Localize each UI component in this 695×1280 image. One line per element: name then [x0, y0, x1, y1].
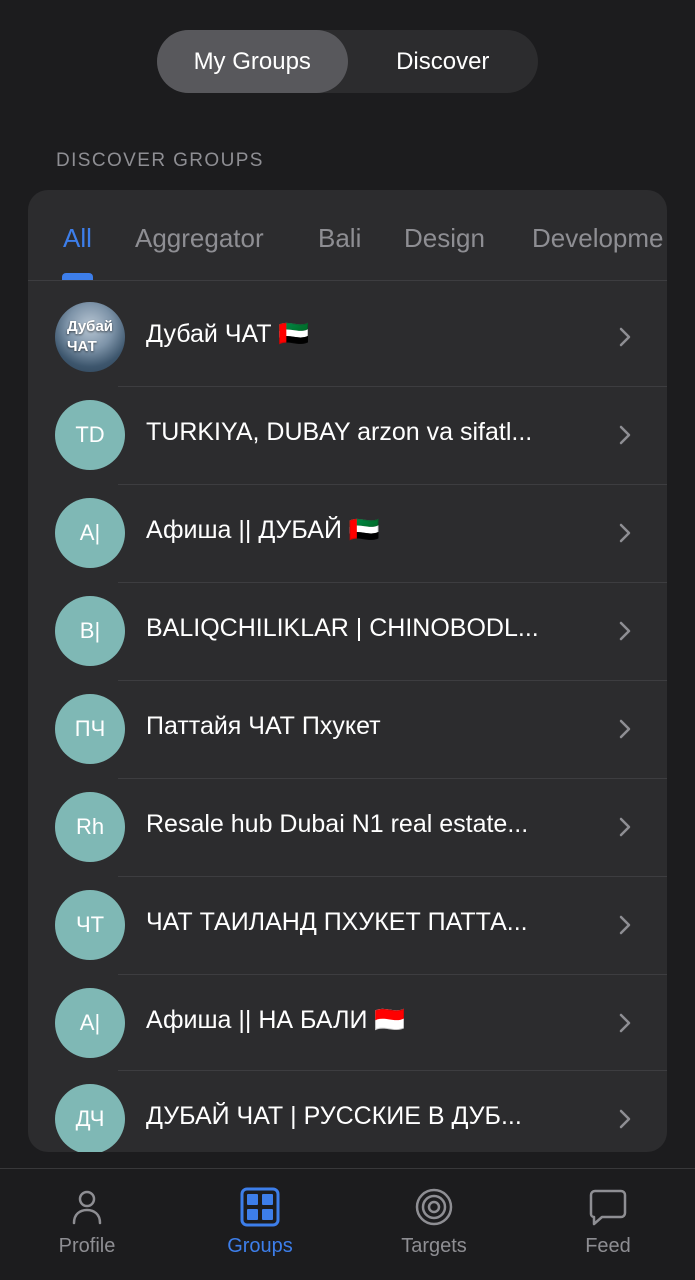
row-divider [118, 680, 667, 681]
group-title: Resale hub Dubai N1 real estate... [146, 810, 529, 838]
tab-my-groups[interactable]: My Groups [157, 30, 348, 93]
group-row[interactable]: B| BALIQCHILIKLAR | CHINOBODL... [28, 582, 667, 680]
nav-label-profile: Profile [58, 1235, 116, 1257]
chevron-right-icon [619, 1013, 631, 1033]
row-divider [118, 778, 667, 779]
tab-discover[interactable]: Discover [348, 30, 539, 93]
group-title: ДУБАЙ ЧАТ | РУССКИЕ В ДУБ... [146, 1102, 522, 1130]
group-row[interactable]: ЧТ ЧАТ ТАИЛАНД ПХУКЕТ ПАТТА... [28, 876, 667, 974]
chevron-right-icon [619, 327, 631, 347]
row-divider [118, 876, 667, 877]
group-title: BALIQCHILIKLAR | CHINOBODL... [146, 614, 539, 642]
group-initials-avatar: Rh [55, 792, 125, 862]
group-title: ЧАТ ТАИЛАНД ПХУКЕТ ПАТТА... [146, 908, 528, 936]
group-row[interactable]: A| Афиша || ДУБАЙ 🇦🇪 [28, 484, 667, 582]
nav-feed[interactable]: Feed [548, 1187, 668, 1258]
group-row[interactable]: Rh Resale hub Dubai N1 real estate... [28, 778, 667, 876]
row-divider [118, 386, 667, 387]
row-divider [118, 1070, 667, 1071]
chevron-right-icon [619, 425, 631, 445]
row-divider [118, 484, 667, 485]
group-initials-avatar: TD [55, 400, 125, 470]
group-row[interactable]: TD TURKIYA, DUBAY arzon va sifatl... [28, 386, 667, 484]
group-row[interactable]: A| Афиша || НА БАЛИ 🇮🇩 [28, 974, 667, 1072]
avatar-photo-caption: Дубай ЧАТ [66, 318, 114, 355]
grid-icon [240, 1187, 280, 1227]
nav-groups[interactable]: Groups [200, 1187, 320, 1258]
section-label: DISCOVER GROUPS [56, 150, 264, 171]
row-divider [118, 974, 667, 975]
group-initials-avatar: ПЧ [55, 694, 125, 764]
nav-profile[interactable]: Profile [27, 1187, 147, 1258]
nav-targets[interactable]: Targets [374, 1187, 494, 1258]
group-row[interactable]: ДЧ ДУБАЙ ЧАТ | РУССКИЕ В ДУБ... [28, 1070, 667, 1152]
active-tab-indicator [62, 273, 93, 280]
row-divider [118, 582, 667, 583]
person-icon [72, 1190, 102, 1225]
group-initials-avatar: ДЧ [55, 1084, 125, 1152]
chevron-right-icon [619, 1109, 631, 1129]
nav-label-groups: Groups [227, 1235, 293, 1257]
groups-screen: My Groups Discover DISCOVER GROUPS All A… [0, 0, 695, 1280]
nav-label-feed: Feed [585, 1235, 631, 1257]
group-initials-avatar: B| [55, 596, 125, 666]
filter-tab-development[interactable]: Developme [532, 223, 664, 254]
chat-bubble-icon [589, 1189, 627, 1226]
filter-tab-design[interactable]: Design [404, 223, 485, 254]
groups-segmented-control: My Groups Discover [157, 30, 538, 93]
chevron-right-icon [619, 621, 631, 641]
chevron-right-icon [619, 719, 631, 739]
group-row[interactable]: Дубай ЧАТ Дубай ЧАТ 🇦🇪 [28, 288, 667, 386]
category-filter-tabs[interactable]: All Aggregator Bali Design Developme [28, 190, 667, 281]
group-title: Паттайя ЧАТ Пхукет [146, 712, 381, 740]
chevron-right-icon [619, 523, 631, 543]
group-title: Афиша || ДУБАЙ 🇦🇪 [146, 516, 380, 544]
filter-tab-all[interactable]: All [63, 223, 92, 254]
group-title: TURKIYA, DUBAY arzon va sifatl... [146, 418, 533, 446]
group-row[interactable]: ПЧ Паттайя ЧАТ Пхукет [28, 680, 667, 778]
nav-label-targets: Targets [401, 1235, 467, 1257]
group-title: Афиша || НА БАЛИ 🇮🇩 [146, 1006, 406, 1034]
chevron-right-icon [619, 915, 631, 935]
chevron-right-icon [619, 817, 631, 837]
group-title: Дубай ЧАТ 🇦🇪 [146, 320, 310, 348]
group-initials-avatar: A| [55, 988, 125, 1058]
group-initials-avatar: ЧТ [55, 890, 125, 960]
bottom-tab-bar: Profile Groups Targets Feed [0, 1168, 695, 1280]
group-photo-avatar: Дубай ЧАТ [55, 302, 125, 372]
filter-tab-aggregator[interactable]: Aggregator [135, 223, 264, 254]
target-icon [415, 1188, 453, 1226]
filter-tab-bali[interactable]: Bali [318, 223, 361, 254]
discover-groups-card: All Aggregator Bali Design Developme Дуб… [28, 190, 667, 1152]
group-initials-avatar: A| [55, 498, 125, 568]
